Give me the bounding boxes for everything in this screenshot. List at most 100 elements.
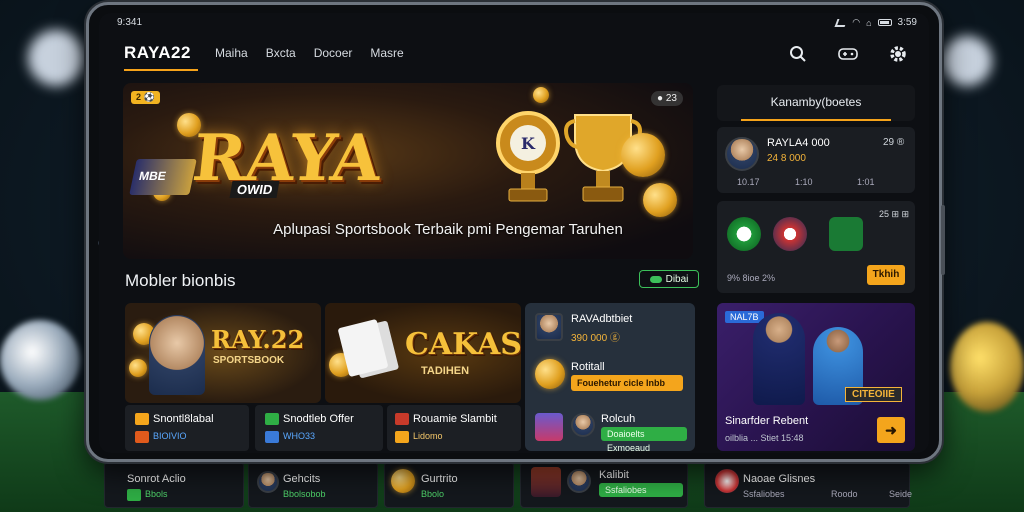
floodlight-right	[942, 36, 992, 86]
promo-tile-casino[interactable]: CAKAS TADIHEN	[325, 303, 521, 403]
under-card-title: Naoae Glisnes	[743, 473, 816, 485]
bet-list-card[interactable]: RAVAdbtbiet 390 000 ⓖ Rotitall Fouehetur…	[525, 303, 695, 453]
ranking-header[interactable]: Kanamby(boetes	[717, 85, 915, 121]
bottom-card-title: Snontl8labal	[153, 413, 214, 425]
player-count: 29 ®	[883, 137, 905, 148]
under-card-title: Kalibit	[599, 469, 629, 481]
under-card-3[interactable]: Gurtrito Bbolo	[384, 462, 514, 508]
promo-banner: CITEOIIE	[845, 387, 902, 402]
match-card[interactable]: 25 ⊞ ⊞ 9% 8ioe 2% Tkhih	[717, 201, 915, 293]
player-avatar	[725, 137, 759, 171]
bottom-card-3[interactable]: Rouamie Slambit Lidomo	[387, 405, 521, 451]
bottom-card-title: Snodtleb Offer	[283, 413, 354, 425]
player-image	[753, 313, 805, 405]
tile-subtitle: SPORTSBOOK	[213, 355, 285, 366]
tile-title: CAKAS	[405, 327, 521, 362]
coin-icon	[643, 183, 677, 217]
game-thumbnail	[535, 413, 563, 441]
ticket-icon	[395, 413, 409, 425]
player-stat: 1:01	[857, 177, 875, 187]
under-card-sub: Bbolo	[421, 489, 445, 499]
under-card-title: Sonrot Aclio	[127, 473, 186, 485]
match-footer-text: 9% 8ioe 2%	[727, 273, 776, 283]
player-avatar	[571, 413, 595, 437]
status-bar: 9:341 ◠ ⌂ 3:59	[117, 17, 917, 31]
under-card-title: Gurtrito	[421, 473, 458, 485]
hero-banner[interactable]: 2 ⚽ ● 23 MBE RAYA OWID K Aplupasi Sports…	[123, 83, 693, 259]
status-icons: ◠ ⌂ 3:59	[834, 17, 917, 28]
toggle-icon	[649, 275, 662, 283]
list-row-title: Rolcuh	[601, 413, 636, 425]
filter-pill[interactable]: Dibai	[639, 270, 699, 288]
coin-icon	[395, 431, 409, 443]
check-icon	[265, 413, 279, 425]
team-map-icon	[829, 217, 863, 251]
battery-icon	[877, 19, 892, 26]
hero-badge: 2 ⚽	[131, 91, 160, 104]
gear-icon[interactable]	[887, 43, 909, 65]
hero-side-text: MBE	[137, 169, 168, 183]
hero-side-badge: MBE	[129, 159, 197, 195]
brand-underline	[124, 69, 198, 71]
bottom-card-1[interactable]: Snontl8labal BIOIVIO	[125, 405, 249, 451]
hero-subtitle: OWID	[229, 181, 280, 198]
promo-badge: NAL7B	[725, 311, 764, 323]
list-row-action[interactable]: Fouehetur cicle Inbb	[571, 375, 683, 391]
play-button-icon[interactable]: ➜	[877, 417, 905, 443]
avatar	[567, 469, 591, 493]
under-card-2[interactable]: Gehcits Bbolsobob	[248, 462, 378, 508]
tile-title: RAY.22	[211, 325, 305, 354]
avatar	[257, 471, 279, 493]
bottom-card-sub: BIOIVIO	[153, 431, 187, 441]
bottom-card-sub: WHO33	[283, 431, 316, 441]
gamepad-icon[interactable]	[837, 43, 859, 65]
section-title: Mobler bionbis	[125, 271, 236, 290]
app-screen: 9:341 ◠ ⌂ 3:59 RAYA22 Maiha Bxcta Docoer…	[99, 13, 929, 453]
player-stat: 10.17	[737, 177, 760, 187]
bottom-card-title: Rouamie Slambit	[413, 413, 497, 425]
brand-logo[interactable]: RAYA22	[124, 43, 191, 63]
list-row-title: Rotitall	[571, 361, 605, 373]
football-left	[0, 320, 80, 400]
player-image	[149, 315, 205, 395]
player-name: RAYLA4 000	[767, 137, 830, 149]
coin-icon	[129, 359, 147, 377]
team-logo-icon	[727, 217, 761, 251]
hero-counter: ● 23	[651, 91, 683, 106]
under-card-5[interactable]: Naoae Glisnes Ssfaliobes Roodo Seide	[704, 462, 913, 508]
badge-icon	[135, 431, 149, 443]
under-card-1[interactable]: Sonrot Aclio Bbols	[104, 462, 244, 508]
nav-icons	[787, 43, 909, 65]
nav-links: Maiha Bxcta Docoer Masre	[215, 46, 404, 60]
coin-icon	[621, 133, 665, 177]
floodlight-left	[28, 30, 84, 86]
promo-tile-sportsbook[interactable]: RAY.22 SPORTSBOOK	[125, 303, 321, 403]
list-row-action[interactable]: Doaioelts Exmoeaud	[601, 427, 687, 453]
team-logo-icon	[715, 469, 739, 493]
trophy-icon	[391, 469, 415, 493]
shield-icon	[265, 431, 279, 443]
wifi-icon: ◠	[852, 17, 861, 27]
nav-link-2[interactable]: Bxcta	[266, 46, 296, 60]
ranking-underline	[741, 119, 891, 121]
nav-link-1[interactable]: Maiha	[215, 46, 248, 60]
under-card-right-label: Seide	[889, 489, 913, 499]
promo-title: Sinarfder Rebent	[725, 415, 809, 427]
promo-match-card[interactable]: NAL7B CITEOIIE Sinarfder Rebent oilblia …	[717, 303, 915, 451]
under-card-sub: Ssfaliobes	[743, 489, 785, 499]
game-thumbnail	[531, 467, 561, 497]
search-icon[interactable]	[787, 43, 809, 65]
signal-icon	[834, 18, 848, 27]
under-card-4[interactable]: Kalibit Ssfaliobes	[520, 462, 688, 508]
nav-link-3[interactable]: Docoer	[314, 46, 353, 60]
player-card[interactable]: RAYLA4 000 24 8 000 29 ® 10.17 1:10 1:01	[717, 127, 915, 193]
under-card-right-label: Roodo	[831, 489, 858, 499]
under-card-sub: Ssfaliobes	[599, 483, 683, 497]
coin-icon	[535, 359, 565, 389]
ranking-title: Kanamby(boetes	[770, 95, 862, 109]
side-button	[941, 205, 945, 275]
team-logo-icon	[773, 217, 807, 251]
nav-link-4[interactable]: Masre	[370, 46, 403, 60]
bet-button[interactable]: Tkhih	[867, 265, 905, 285]
bottom-card-2[interactable]: Snodtleb Offer WHO33	[255, 405, 383, 451]
